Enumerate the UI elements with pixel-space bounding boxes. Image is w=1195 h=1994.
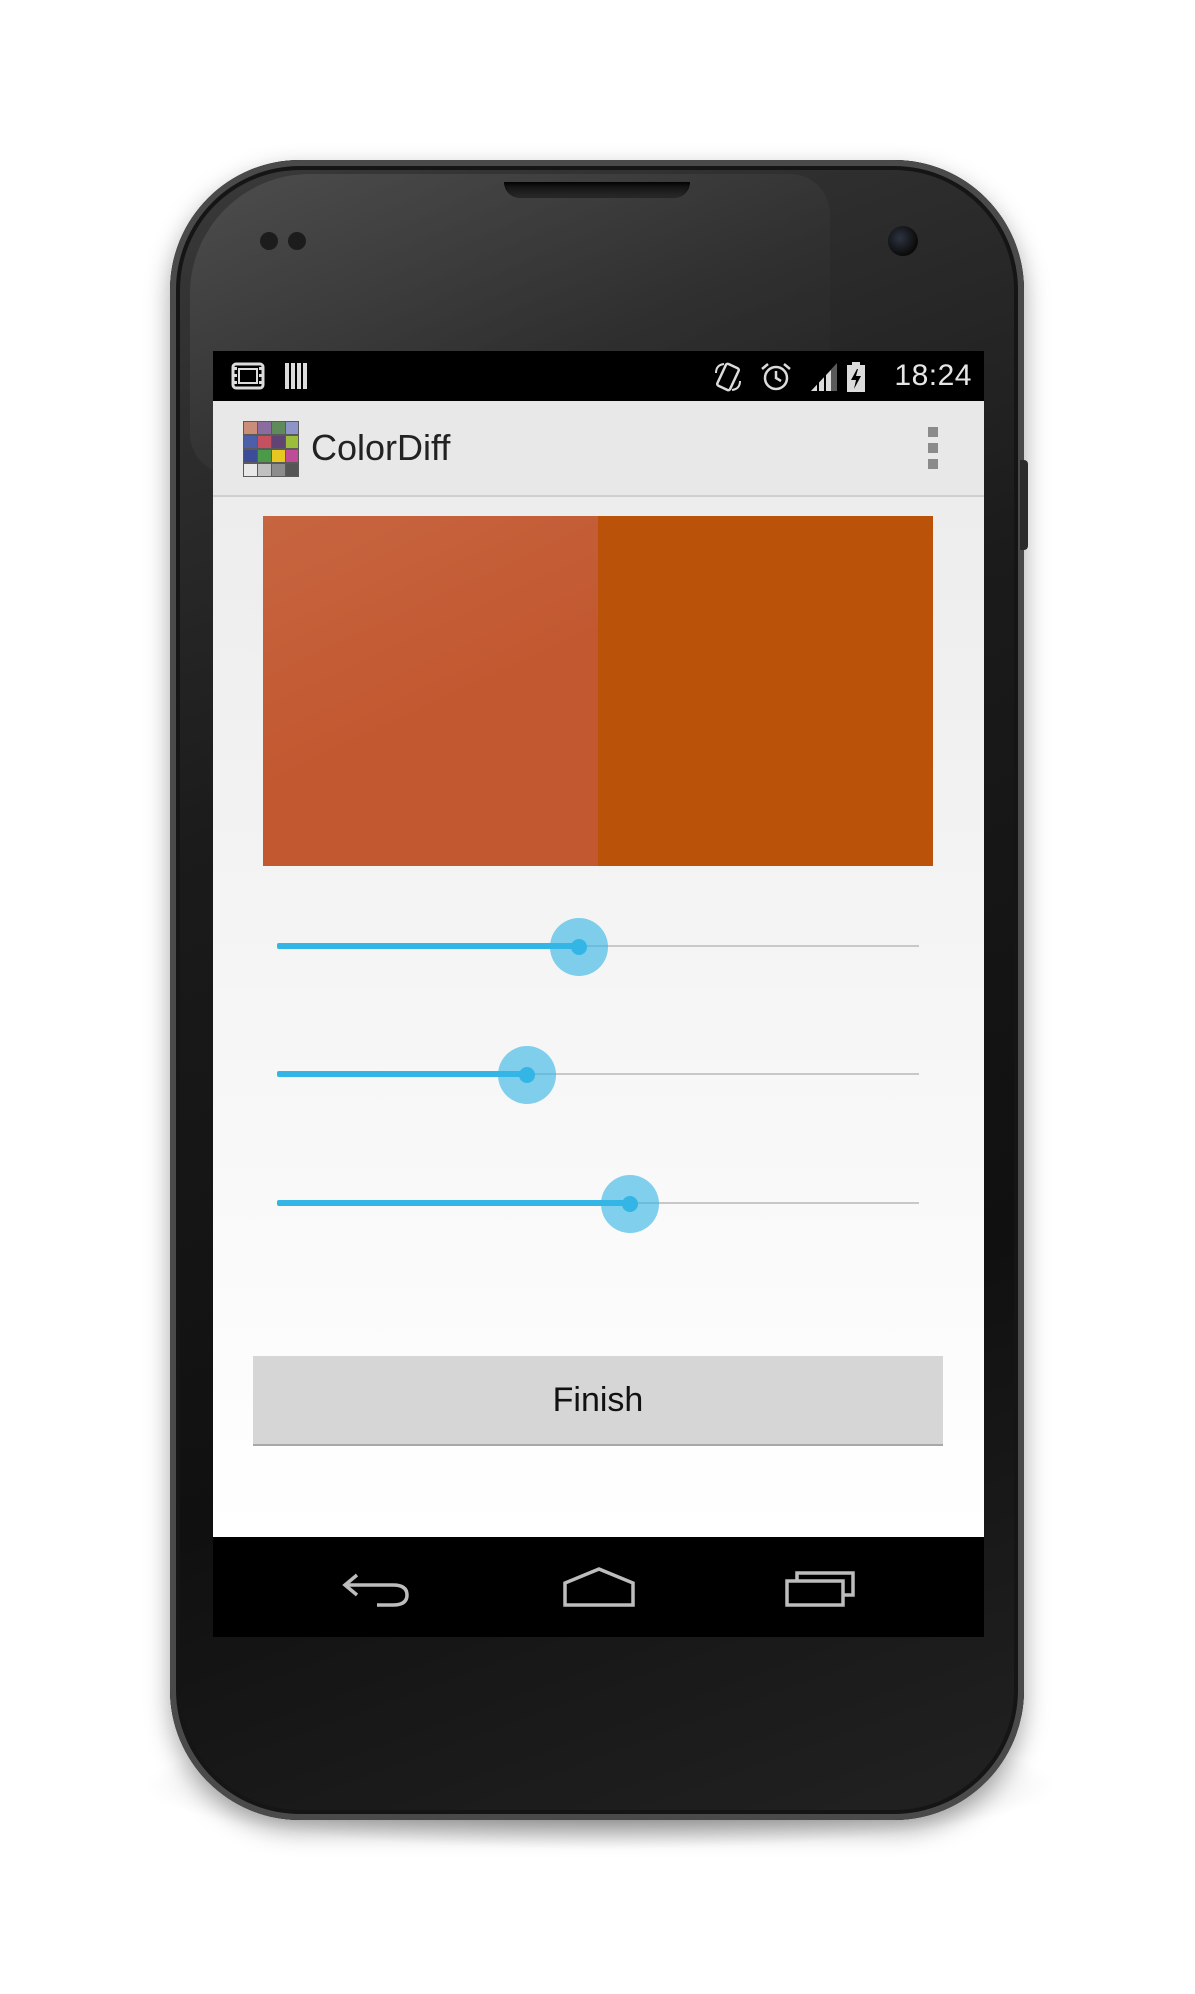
- status-bar: 18:24: [213, 351, 984, 401]
- recents-icon[interactable]: [781, 1565, 861, 1609]
- slider-thumb[interactable]: [519, 1067, 535, 1083]
- signal-icon: [811, 363, 837, 391]
- power-button: [1020, 460, 1028, 550]
- finish-button[interactable]: Finish: [253, 1356, 943, 1446]
- reference-color-swatch: [263, 516, 598, 866]
- proximity-sensor: [260, 232, 278, 250]
- film-notification-icon: [231, 362, 265, 390]
- color-checker-grid-icon[interactable]: [243, 421, 299, 477]
- slider-2[interactable]: [277, 1045, 919, 1105]
- slider-progress: [277, 1200, 630, 1206]
- phone-screen: 18:24 ColorDiff Finish: [213, 351, 984, 1637]
- action-bar: ColorDiff: [213, 401, 984, 497]
- match-color-swatch: [598, 516, 933, 866]
- slider-thumb[interactable]: [622, 1196, 638, 1212]
- clock-time: 18:24: [894, 359, 972, 392]
- slider-1[interactable]: [277, 917, 919, 977]
- navigation-bar: [213, 1537, 984, 1637]
- earpiece-speaker: [504, 182, 690, 198]
- auto-rotate-icon: [715, 362, 741, 392]
- storage-notification-icon: [285, 363, 307, 389]
- app-title: ColorDiff: [311, 427, 451, 468]
- slider-3[interactable]: [277, 1174, 919, 1234]
- app-content: ColorDiff Finish: [213, 401, 984, 1537]
- slider-progress: [277, 1071, 527, 1077]
- alarm-icon: [761, 363, 791, 391]
- back-icon[interactable]: [337, 1565, 417, 1609]
- front-camera: [888, 226, 918, 256]
- light-sensor: [288, 232, 306, 250]
- overflow-menu-icon[interactable]: [928, 427, 940, 471]
- slider-progress: [277, 943, 579, 949]
- slider-thumb[interactable]: [571, 939, 587, 955]
- home-icon[interactable]: [559, 1565, 639, 1609]
- battery-charging-icon: [847, 362, 865, 392]
